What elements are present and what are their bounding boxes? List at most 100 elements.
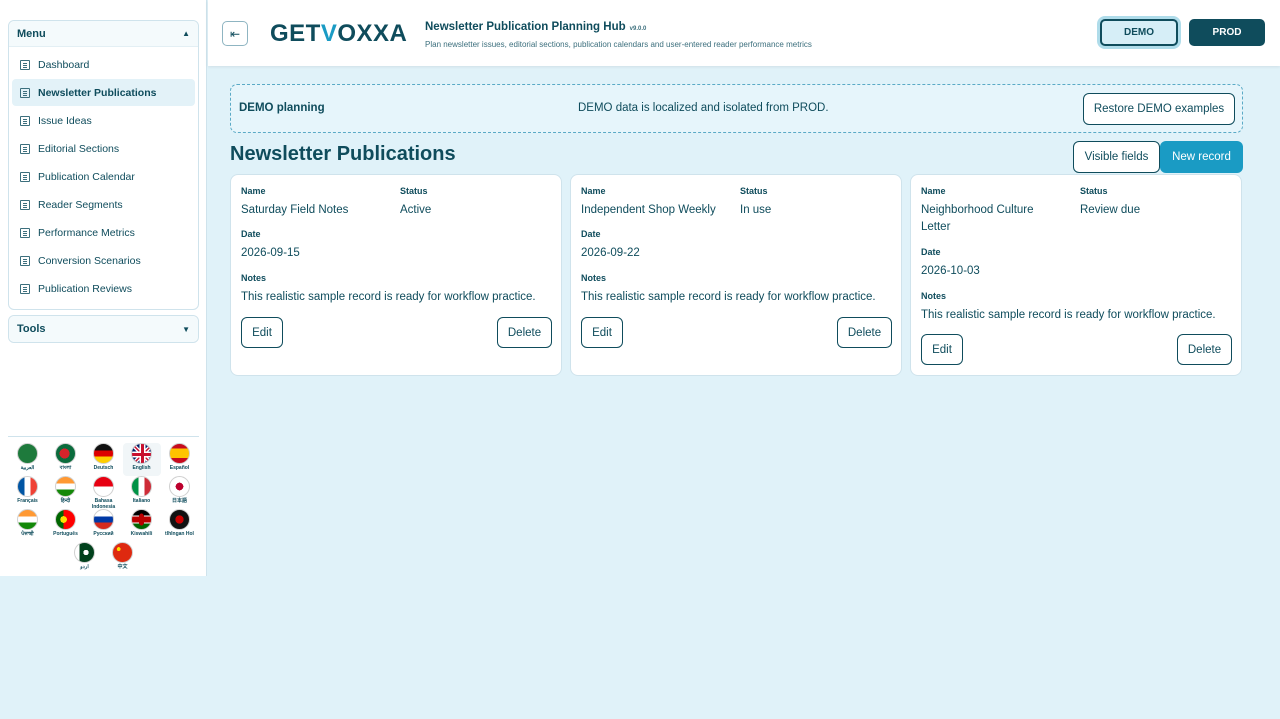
document-icon [20,171,30,182]
field-value: Independent Shop Weekly [581,204,716,216]
field-label: Date [241,229,261,239]
demo-button[interactable]: DEMO [1100,19,1178,46]
sidebar-item-label: Performance Metrics [38,226,135,239]
document-icon [20,283,30,294]
japan-flag-icon [169,476,190,497]
field-label: Name [581,186,606,196]
delete-button[interactable]: Delete [497,317,552,348]
visible-fields-button[interactable]: Visible fields [1073,141,1160,173]
sidebar-item-label: Issue Ideas [38,114,92,127]
menu-panel: Menu ▲ Dashboard Newsletter Publications… [8,20,199,310]
date-field: Date 2026-10-03 [921,247,980,280]
new-record-button[interactable]: New record [1160,141,1243,173]
field-value: Review due [1080,204,1141,216]
field-value: In use [740,204,772,216]
notes-field: Notes This realistic sample record is re… [241,273,536,306]
document-icon [20,59,30,70]
status-field: Status In use [740,186,771,219]
field-value: This realistic sample record is ready fo… [581,291,876,303]
lang-russian[interactable]: Русский [85,509,123,542]
lang-german[interactable]: Deutsch [85,443,123,476]
menu-header[interactable]: Menu ▲ [9,21,198,47]
sidebar-item-editorial-sections[interactable]: Editorial Sections [12,135,195,162]
sidebar-item-label: Publication Reviews [38,282,132,295]
document-icon [20,255,30,266]
document-icon [20,115,30,126]
edit-button[interactable]: Edit [581,317,623,348]
lang-urdu[interactable]: اردو [66,542,104,575]
lang-klingon[interactable]: tlhIngan Hol [161,509,199,542]
edit-button[interactable]: Edit [921,334,963,365]
sidebar-item-label: Dashboard [38,58,90,71]
field-value: Active [400,204,432,216]
field-value: This realistic sample record is ready fo… [921,309,1216,321]
field-value: 2026-09-22 [581,247,640,259]
date-field: Date 2026-09-22 [581,229,640,262]
app-subtitle: Plan newsletter issues, editorial sectio… [425,40,812,49]
lang-indonesian[interactable]: Bahasa Indonesia [85,476,123,510]
edit-button[interactable]: Edit [241,317,283,348]
field-label: Notes [241,273,267,283]
field-value: Saturday Field Notes [241,204,349,216]
china-flag-icon [112,542,133,563]
sidebar-item-label: Newsletter Publications [38,86,157,99]
uk-flag-icon [131,443,152,464]
lang-spanish[interactable]: Español [161,443,199,476]
sidebar-item-issue-ideas[interactable]: Issue Ideas [12,107,195,134]
lang-punjabi[interactable]: ਪੰਜਾਬੀ [9,509,47,542]
tools-header[interactable]: Tools ▼ [9,316,198,342]
tools-panel[interactable]: Tools ▼ [8,315,199,343]
app-title-block: Newsletter Publication Planning Hub v9.0.… [425,17,812,49]
lang-chinese[interactable]: 中文 [104,542,142,575]
name-field: Name Independent Shop Weekly [581,186,731,219]
brand-logo[interactable]: GET V OXXA [270,14,407,54]
sidebar-item-reader-segments[interactable]: Reader Segments [12,191,195,218]
lang-portuguese[interactable]: Português [47,509,85,542]
field-label: Status [1080,186,1108,196]
lang-arabic[interactable]: العربية [9,443,47,476]
sidebar-item-label: Conversion Scenarios [38,254,141,267]
name-field: Name Neighborhood Culture Letter [921,186,1061,236]
lang-italian[interactable]: Italiano [123,476,161,509]
app-title: Newsletter Publication Planning Hub [425,21,626,33]
app-version: v9.0.0 [629,26,647,32]
klingon-emblem-icon [169,509,190,530]
delete-button[interactable]: Delete [1177,334,1232,365]
lang-english[interactable]: English [122,443,161,476]
sidebar-item-performance-metrics[interactable]: Performance Metrics [12,219,195,246]
lang-french[interactable]: Français [9,476,47,509]
saudi-flag-icon [17,443,38,464]
kenya-flag-icon [131,509,152,530]
sidebar-item-conversion-scenarios[interactable]: Conversion Scenarios [12,247,195,274]
sidebar-item-publication-reviews[interactable]: Publication Reviews [12,275,195,302]
notes-field: Notes This realistic sample record is re… [581,273,876,306]
field-label: Status [740,186,768,196]
restore-demo-button[interactable]: Restore DEMO examples [1083,93,1235,125]
record-card: Name Saturday Field Notes Status Active … [230,174,562,376]
logo-text-get: GET [270,20,321,47]
italy-flag-icon [131,476,152,497]
russia-flag-icon [93,509,114,530]
lang-hindi[interactable]: हिन्दी [47,476,85,509]
status-field: Status Review due [1080,186,1140,219]
sidebar-item-publication-calendar[interactable]: Publication Calendar [12,163,195,190]
delete-button[interactable]: Delete [837,317,892,348]
sidebar: Menu ▲ Dashboard Newsletter Publications… [0,0,207,576]
lang-swahili[interactable]: Kiswahili [123,509,161,542]
lang-bengali[interactable]: বাংলা [47,443,85,476]
germany-flag-icon [93,443,114,464]
top-header: ⇤ GET V OXXA Newsletter Publication Planni… [208,0,1280,66]
indonesia-flag-icon [93,476,114,497]
notes-field: Notes This realistic sample record is re… [921,291,1216,324]
sidebar-item-newsletter-publications[interactable]: Newsletter Publications [12,79,195,106]
field-label: Notes [921,291,947,301]
sidebar-toggle-button[interactable]: ⇤ [222,21,248,46]
portugal-flag-icon [55,509,76,530]
lang-japanese[interactable]: 日本語 [161,476,199,509]
document-icon [20,87,30,98]
prod-button[interactable]: PROD [1189,19,1265,46]
document-icon [20,199,30,210]
sidebar-item-dashboard[interactable]: Dashboard [12,51,195,78]
bangladesh-flag-icon [55,443,76,464]
banner-message: DEMO data is localized and isolated from… [578,102,829,114]
